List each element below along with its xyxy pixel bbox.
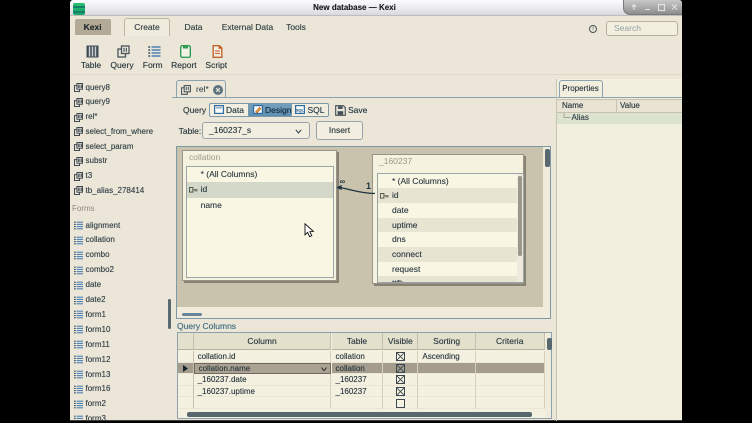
svg-text:SQL: SQL xyxy=(296,107,305,112)
